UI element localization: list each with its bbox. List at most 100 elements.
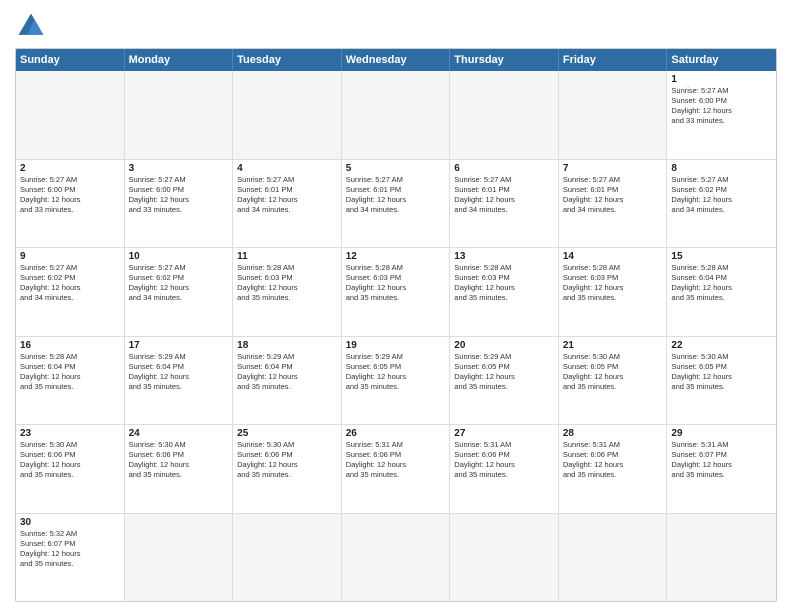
calendar-cell: 1Sunrise: 5:27 AM Sunset: 6:00 PM Daylig… bbox=[667, 71, 776, 159]
day-number: 10 bbox=[129, 251, 229, 262]
calendar-cell: 4Sunrise: 5:27 AM Sunset: 6:01 PM Daylig… bbox=[233, 160, 342, 248]
calendar-cell: 6Sunrise: 5:27 AM Sunset: 6:01 PM Daylig… bbox=[450, 160, 559, 248]
calendar-cell: 7Sunrise: 5:27 AM Sunset: 6:01 PM Daylig… bbox=[559, 160, 668, 248]
day-info: Sunrise: 5:28 AM Sunset: 6:03 PM Dayligh… bbox=[454, 263, 554, 304]
day-info: Sunrise: 5:30 AM Sunset: 6:06 PM Dayligh… bbox=[237, 440, 337, 481]
day-number: 28 bbox=[563, 428, 663, 439]
day-number: 1 bbox=[671, 74, 772, 85]
day-info: Sunrise: 5:30 AM Sunset: 6:05 PM Dayligh… bbox=[563, 352, 663, 393]
day-info: Sunrise: 5:30 AM Sunset: 6:06 PM Dayligh… bbox=[129, 440, 229, 481]
day-info: Sunrise: 5:27 AM Sunset: 6:02 PM Dayligh… bbox=[129, 263, 229, 304]
calendar-cell bbox=[559, 71, 668, 159]
day-number: 19 bbox=[346, 340, 446, 351]
header-day-saturday: Saturday bbox=[667, 49, 776, 71]
calendar-cell: 24Sunrise: 5:30 AM Sunset: 6:06 PM Dayli… bbox=[125, 425, 234, 513]
day-number: 16 bbox=[20, 340, 120, 351]
day-number: 24 bbox=[129, 428, 229, 439]
calendar-cell: 12Sunrise: 5:28 AM Sunset: 6:03 PM Dayli… bbox=[342, 248, 451, 336]
day-number: 3 bbox=[129, 163, 229, 174]
calendar-cell: 5Sunrise: 5:27 AM Sunset: 6:01 PM Daylig… bbox=[342, 160, 451, 248]
day-number: 26 bbox=[346, 428, 446, 439]
calendar-cell: 10Sunrise: 5:27 AM Sunset: 6:02 PM Dayli… bbox=[125, 248, 234, 336]
day-info: Sunrise: 5:29 AM Sunset: 6:04 PM Dayligh… bbox=[129, 352, 229, 393]
calendar-cell: 11Sunrise: 5:28 AM Sunset: 6:03 PM Dayli… bbox=[233, 248, 342, 336]
day-info: Sunrise: 5:28 AM Sunset: 6:03 PM Dayligh… bbox=[237, 263, 337, 304]
day-number: 27 bbox=[454, 428, 554, 439]
day-info: Sunrise: 5:27 AM Sunset: 6:02 PM Dayligh… bbox=[671, 175, 772, 216]
day-info: Sunrise: 5:31 AM Sunset: 6:06 PM Dayligh… bbox=[563, 440, 663, 481]
day-number: 4 bbox=[237, 163, 337, 174]
calendar-body: 1Sunrise: 5:27 AM Sunset: 6:00 PM Daylig… bbox=[16, 71, 776, 601]
day-info: Sunrise: 5:27 AM Sunset: 6:00 PM Dayligh… bbox=[671, 86, 772, 127]
day-info: Sunrise: 5:31 AM Sunset: 6:06 PM Dayligh… bbox=[346, 440, 446, 481]
calendar-week-5: 23Sunrise: 5:30 AM Sunset: 6:06 PM Dayli… bbox=[16, 425, 776, 514]
day-info: Sunrise: 5:27 AM Sunset: 6:00 PM Dayligh… bbox=[20, 175, 120, 216]
calendar-cell: 8Sunrise: 5:27 AM Sunset: 6:02 PM Daylig… bbox=[667, 160, 776, 248]
header-day-sunday: Sunday bbox=[16, 49, 125, 71]
day-number: 7 bbox=[563, 163, 663, 174]
day-info: Sunrise: 5:29 AM Sunset: 6:05 PM Dayligh… bbox=[454, 352, 554, 393]
day-number: 21 bbox=[563, 340, 663, 351]
header bbox=[15, 10, 777, 42]
day-info: Sunrise: 5:31 AM Sunset: 6:06 PM Dayligh… bbox=[454, 440, 554, 481]
calendar-cell: 21Sunrise: 5:30 AM Sunset: 6:05 PM Dayli… bbox=[559, 337, 668, 425]
day-number: 2 bbox=[20, 163, 120, 174]
day-info: Sunrise: 5:28 AM Sunset: 6:03 PM Dayligh… bbox=[563, 263, 663, 304]
calendar-week-2: 2Sunrise: 5:27 AM Sunset: 6:00 PM Daylig… bbox=[16, 160, 776, 249]
header-day-tuesday: Tuesday bbox=[233, 49, 342, 71]
day-info: Sunrise: 5:28 AM Sunset: 6:03 PM Dayligh… bbox=[346, 263, 446, 304]
calendar-cell: 17Sunrise: 5:29 AM Sunset: 6:04 PM Dayli… bbox=[125, 337, 234, 425]
day-number: 22 bbox=[671, 340, 772, 351]
day-number: 5 bbox=[346, 163, 446, 174]
day-info: Sunrise: 5:27 AM Sunset: 6:01 PM Dayligh… bbox=[563, 175, 663, 216]
calendar-cell bbox=[233, 514, 342, 602]
day-info: Sunrise: 5:27 AM Sunset: 6:01 PM Dayligh… bbox=[346, 175, 446, 216]
calendar-cell bbox=[233, 71, 342, 159]
calendar-week-4: 16Sunrise: 5:28 AM Sunset: 6:04 PM Dayli… bbox=[16, 337, 776, 426]
header-day-wednesday: Wednesday bbox=[342, 49, 451, 71]
calendar-cell: 9Sunrise: 5:27 AM Sunset: 6:02 PM Daylig… bbox=[16, 248, 125, 336]
calendar-cell: 22Sunrise: 5:30 AM Sunset: 6:05 PM Dayli… bbox=[667, 337, 776, 425]
day-number: 12 bbox=[346, 251, 446, 262]
calendar-header: SundayMondayTuesdayWednesdayThursdayFrid… bbox=[16, 49, 776, 71]
calendar-cell: 15Sunrise: 5:28 AM Sunset: 6:04 PM Dayli… bbox=[667, 248, 776, 336]
day-info: Sunrise: 5:27 AM Sunset: 6:01 PM Dayligh… bbox=[237, 175, 337, 216]
calendar-cell: 14Sunrise: 5:28 AM Sunset: 6:03 PM Dayli… bbox=[559, 248, 668, 336]
day-number: 9 bbox=[20, 251, 120, 262]
calendar-cell: 23Sunrise: 5:30 AM Sunset: 6:06 PM Dayli… bbox=[16, 425, 125, 513]
day-number: 25 bbox=[237, 428, 337, 439]
header-day-friday: Friday bbox=[559, 49, 668, 71]
calendar-cell: 26Sunrise: 5:31 AM Sunset: 6:06 PM Dayli… bbox=[342, 425, 451, 513]
day-number: 13 bbox=[454, 251, 554, 262]
day-number: 29 bbox=[671, 428, 772, 439]
calendar-cell: 27Sunrise: 5:31 AM Sunset: 6:06 PM Dayli… bbox=[450, 425, 559, 513]
calendar-cell: 3Sunrise: 5:27 AM Sunset: 6:00 PM Daylig… bbox=[125, 160, 234, 248]
day-number: 15 bbox=[671, 251, 772, 262]
calendar-cell: 16Sunrise: 5:28 AM Sunset: 6:04 PM Dayli… bbox=[16, 337, 125, 425]
calendar-cell bbox=[342, 71, 451, 159]
calendar-cell: 18Sunrise: 5:29 AM Sunset: 6:04 PM Dayli… bbox=[233, 337, 342, 425]
calendar-cell bbox=[16, 71, 125, 159]
day-info: Sunrise: 5:30 AM Sunset: 6:06 PM Dayligh… bbox=[20, 440, 120, 481]
day-number: 30 bbox=[20, 517, 120, 528]
calendar-cell: 20Sunrise: 5:29 AM Sunset: 6:05 PM Dayli… bbox=[450, 337, 559, 425]
day-info: Sunrise: 5:27 AM Sunset: 6:00 PM Dayligh… bbox=[129, 175, 229, 216]
day-info: Sunrise: 5:31 AM Sunset: 6:07 PM Dayligh… bbox=[671, 440, 772, 481]
calendar-cell: 2Sunrise: 5:27 AM Sunset: 6:00 PM Daylig… bbox=[16, 160, 125, 248]
calendar-cell: 13Sunrise: 5:28 AM Sunset: 6:03 PM Dayli… bbox=[450, 248, 559, 336]
day-number: 6 bbox=[454, 163, 554, 174]
day-info: Sunrise: 5:29 AM Sunset: 6:05 PM Dayligh… bbox=[346, 352, 446, 393]
day-info: Sunrise: 5:28 AM Sunset: 6:04 PM Dayligh… bbox=[671, 263, 772, 304]
day-info: Sunrise: 5:29 AM Sunset: 6:04 PM Dayligh… bbox=[237, 352, 337, 393]
day-info: Sunrise: 5:30 AM Sunset: 6:05 PM Dayligh… bbox=[671, 352, 772, 393]
calendar-week-6: 30Sunrise: 5:32 AM Sunset: 6:07 PM Dayli… bbox=[16, 514, 776, 602]
calendar-week-1: 1Sunrise: 5:27 AM Sunset: 6:00 PM Daylig… bbox=[16, 71, 776, 160]
day-info: Sunrise: 5:28 AM Sunset: 6:04 PM Dayligh… bbox=[20, 352, 120, 393]
header-day-thursday: Thursday bbox=[450, 49, 559, 71]
calendar-cell bbox=[450, 71, 559, 159]
calendar-cell: 30Sunrise: 5:32 AM Sunset: 6:07 PM Dayli… bbox=[16, 514, 125, 602]
calendar-cell bbox=[125, 71, 234, 159]
day-number: 17 bbox=[129, 340, 229, 351]
logo-icon bbox=[15, 10, 47, 42]
calendar-week-3: 9 Sunrise: 5:27 AM Sunset: 6:02 PM Daylig… bbox=[16, 248, 776, 337]
